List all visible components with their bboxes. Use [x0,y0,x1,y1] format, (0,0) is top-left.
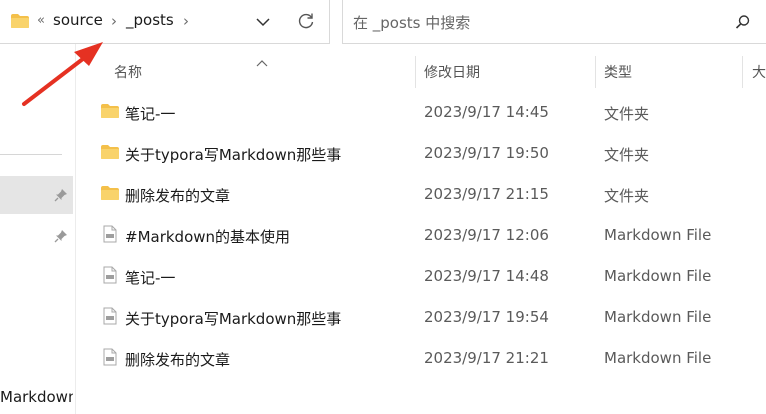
annotation-arrow [22,42,103,106]
